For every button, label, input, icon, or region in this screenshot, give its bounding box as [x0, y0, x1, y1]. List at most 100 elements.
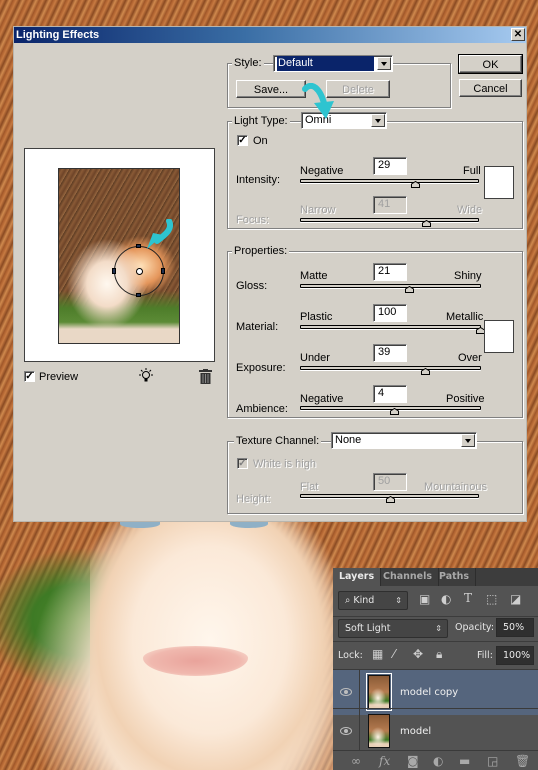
- slider-thumb[interactable]: [405, 286, 415, 293]
- opacity-input[interactable]: 50%: [496, 618, 534, 637]
- save-style-button[interactable]: Save...: [236, 80, 306, 98]
- gloss-slider[interactable]: [300, 284, 481, 293]
- blend-mode-select[interactable]: Soft Light ⇕: [338, 619, 448, 638]
- dialog-titlebar[interactable]: Lighting Effects ✕: [14, 27, 526, 43]
- close-button[interactable]: ✕: [511, 28, 525, 41]
- exposure-max-label: Over: [458, 352, 482, 364]
- divider: [333, 616, 538, 617]
- chevron-down-icon: [461, 434, 475, 447]
- trash-icon[interactable]: [199, 369, 212, 384]
- slider-thumb[interactable]: [421, 220, 431, 227]
- gloss-input[interactable]: 21: [373, 263, 407, 281]
- gloss-min-label: Matte: [300, 270, 328, 282]
- light-handle-right[interactable]: [161, 268, 165, 274]
- image-filter-icon[interactable]: ▣: [419, 592, 430, 606]
- visibility-toggle[interactable]: [333, 709, 360, 754]
- focus-min-label: Narrow: [300, 204, 336, 216]
- preview-canvas[interactable]: [24, 148, 215, 362]
- folder-icon[interactable]: ▬: [459, 754, 470, 768]
- exposure-label: Exposure:: [236, 362, 286, 374]
- light-color-swatch[interactable]: [484, 166, 514, 199]
- smart-object-filter-icon[interactable]: ◪: [510, 592, 521, 606]
- white-is-high-checkbox[interactable]: ✓: [237, 458, 248, 469]
- filter-kind-select[interactable]: ⌕ Kind ⇕: [338, 591, 408, 610]
- blend-mode-value: Soft Light: [345, 623, 391, 634]
- layers-footer: ∞ fx ◙ ◐ ▬ ◲ 🗑︎: [333, 750, 538, 770]
- lock-position-icon[interactable]: ✥: [413, 647, 423, 661]
- material-color-swatch[interactable]: [484, 320, 514, 353]
- slider-thumb[interactable]: [411, 181, 421, 188]
- slider-thumb[interactable]: [390, 408, 400, 415]
- focus-input[interactable]: 41: [373, 196, 407, 214]
- ambience-max-label: Positive: [446, 393, 485, 405]
- preview-label: Preview: [39, 371, 79, 383]
- updown-icon: ⇕: [395, 596, 402, 605]
- intensity-label: Intensity:: [236, 174, 281, 186]
- lock-transparent-icon[interactable]: ▦: [372, 647, 383, 661]
- adjustment-icon[interactable]: ◐: [433, 754, 443, 768]
- lighting-effects-dialog: Lighting Effects ✕ OK Cancel Style: Defa…: [13, 26, 527, 522]
- texture-channel-select[interactable]: None: [331, 432, 477, 449]
- ambience-slider[interactable]: [300, 406, 481, 415]
- new-layer-icon[interactable]: ◲: [487, 754, 498, 768]
- ambience-input[interactable]: 4: [373, 385, 407, 403]
- shape-filter-icon[interactable]: ⬚: [486, 592, 497, 606]
- height-input[interactable]: 50: [373, 473, 407, 491]
- tab-layers[interactable]: Layers: [333, 568, 382, 586]
- slider-thumb[interactable]: [421, 368, 431, 375]
- focus-label: Focus:: [236, 214, 270, 226]
- lightbulb-icon[interactable]: [138, 368, 154, 384]
- material-slider[interactable]: [300, 325, 485, 334]
- light-center-handle[interactable]: [136, 268, 143, 275]
- gloss-max-label: Shiny: [454, 270, 482, 282]
- cancel-button[interactable]: Cancel: [459, 79, 522, 97]
- tab-paths[interactable]: Paths: [433, 568, 477, 586]
- type-filter-icon[interactable]: T: [464, 591, 472, 605]
- style-select[interactable]: Default: [273, 55, 393, 72]
- layer-name: model copy: [400, 687, 459, 698]
- trash-icon[interactable]: 🗑︎: [515, 754, 530, 768]
- ambience-label: Ambience:: [236, 403, 288, 415]
- height-slider[interactable]: [300, 494, 479, 503]
- light-on-checkbox[interactable]: ✓: [237, 135, 248, 146]
- material-max-label: Metallic: [446, 311, 484, 323]
- material-label: Material:: [236, 321, 279, 333]
- light-handle-left[interactable]: [112, 268, 116, 274]
- exposure-slider[interactable]: [300, 366, 481, 375]
- lock-label: Lock:: [338, 650, 363, 661]
- slider-thumb[interactable]: [385, 496, 395, 503]
- focus-max-label: Wide: [457, 204, 483, 216]
- annotation-arrow-icon: [147, 219, 173, 249]
- fill-label: Fill:: [477, 650, 493, 661]
- material-input[interactable]: 100: [373, 304, 407, 322]
- ambience-min-label: Negative: [300, 393, 344, 405]
- intensity-max-label: Full: [463, 165, 481, 177]
- layer-row[interactable]: model: [333, 708, 538, 754]
- preview-checkbox[interactable]: ✓: [24, 371, 35, 382]
- fx-icon[interactable]: fx: [379, 754, 390, 768]
- light-handle-bottom[interactable]: [136, 293, 141, 297]
- light-type-label: Light Type:: [232, 115, 290, 127]
- ok-button[interactable]: OK: [458, 54, 523, 74]
- light-handle-top[interactable]: [136, 244, 141, 248]
- focus-slider[interactable]: [300, 218, 479, 227]
- fill-input[interactable]: 100%: [496, 646, 534, 665]
- tab-channels[interactable]: Channels: [377, 568, 440, 586]
- annotation-arrow-icon: [302, 83, 334, 119]
- texture-channel-value: None: [335, 434, 362, 446]
- intensity-input[interactable]: 29: [373, 157, 407, 175]
- mask-icon[interactable]: ◙: [407, 754, 419, 768]
- exposure-input[interactable]: 39: [373, 344, 407, 362]
- lock-paint-brush-icon[interactable]: ⁄: [393, 647, 395, 661]
- layer-thumbnail: [366, 673, 392, 711]
- adjustment-filter-icon[interactable]: ◐: [441, 592, 451, 606]
- dialog-title: Lighting Effects: [16, 29, 100, 41]
- chevron-down-icon: [377, 57, 391, 70]
- link-icon[interactable]: ∞: [351, 754, 361, 768]
- intensity-min-label: Negative: [300, 165, 344, 177]
- lock-all-icon[interactable]: 🔒︎: [436, 647, 442, 662]
- height-min-label: Flat: [300, 481, 319, 493]
- close-icon: ✕: [513, 29, 523, 40]
- intensity-slider[interactable]: [300, 179, 479, 188]
- style-select-value: Default: [277, 56, 374, 71]
